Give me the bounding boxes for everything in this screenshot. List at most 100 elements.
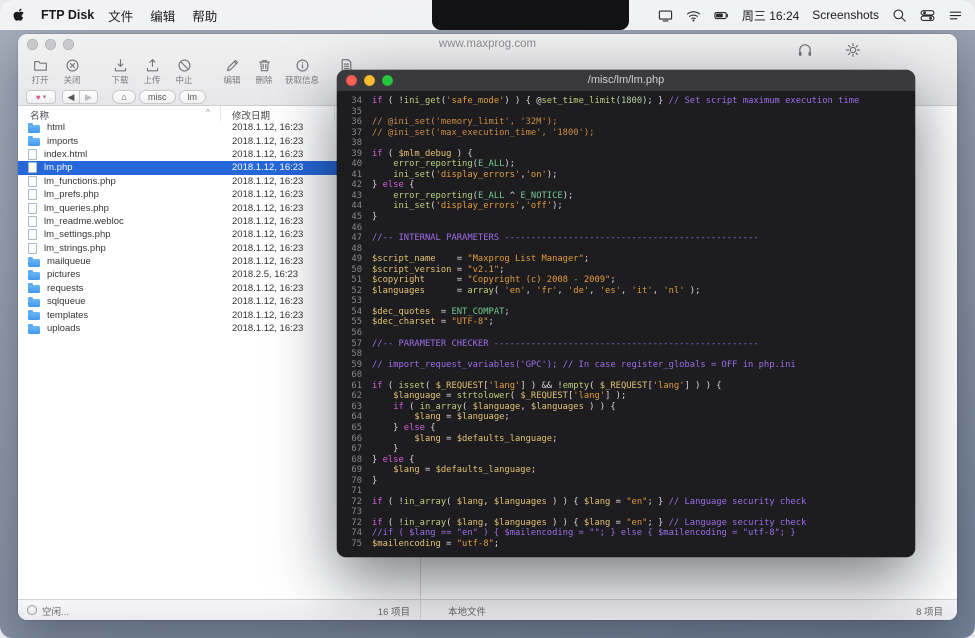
toolbar-button-5[interactable]: 编辑: [216, 55, 248, 86]
code-editor-area[interactable]: 34if ( !ini_get('safe_mode') ) { @set_ti…: [337, 91, 915, 557]
history-nav: ◀ ▶: [62, 90, 98, 104]
delete-icon: [257, 58, 272, 73]
code-editor-window: /misc/lm/lm.php 34if ( !ini_get('safe_mo…: [337, 70, 915, 557]
close-icon: [65, 58, 80, 73]
line-number: 59: [337, 360, 372, 371]
file-icon: [28, 149, 37, 160]
code-text: } else {: [372, 180, 915, 191]
file-name: lm.php: [44, 162, 73, 173]
line-number: 57: [337, 339, 372, 350]
line-number: 72: [337, 497, 372, 508]
code-line: 50$script_version = "v2.1";: [337, 265, 915, 276]
breadcrumb-item-lm[interactable]: lm: [179, 90, 207, 104]
breadcrumb-home[interactable]: ⌂: [112, 90, 136, 104]
local-files-label: 本地文件: [448, 604, 486, 618]
code-text: [372, 138, 915, 149]
file-modified-date: 2018.1.12, 16:23: [232, 323, 303, 334]
forward-button[interactable]: ▶: [80, 90, 98, 104]
file-modified-date: 2018.1.12, 16:23: [232, 149, 303, 160]
code-text: //if ( $lang == "en" ) { $mailencoding =…: [372, 528, 915, 539]
menu-bar-screenshots-item[interactable]: Screenshots: [812, 8, 879, 22]
favorites-button[interactable]: ♥ ▾: [26, 90, 56, 104]
remote-item-count: 16 项目: [18, 604, 410, 618]
code-line: 56: [337, 328, 915, 339]
code-line: 75$mailencoding = "utf-8";: [337, 539, 915, 550]
file-name: mailqueue: [47, 256, 91, 267]
file-name: pictures: [47, 269, 80, 280]
column-header-name[interactable]: 名称: [30, 108, 49, 122]
file-name: lm_strings.php: [44, 243, 106, 254]
folder-icon: [28, 272, 40, 280]
code-line: 46: [337, 223, 915, 234]
code-line: 44 ini_set('display_errors','off');: [337, 201, 915, 212]
code-line: 49$script_name = "Maxprog List Manager";: [337, 254, 915, 265]
code-line: 66 $lang = $defaults_language;: [337, 434, 915, 445]
code-line: 36// @ini_set('memory_limit', '32M');: [337, 117, 915, 128]
code-line: 61if ( isset( $_REQUEST['lang'] ) && !em…: [337, 381, 915, 392]
heart-icon: ♥: [36, 93, 41, 102]
code-line: 43 error_reporting(E_ALL ^ E_NOTICE);: [337, 191, 915, 202]
app-menu-name[interactable]: FTP Disk: [41, 8, 94, 22]
column-header-date[interactable]: 修改日期: [232, 108, 270, 122]
code-line: 38: [337, 138, 915, 149]
toolbar-button-2[interactable]: 下载: [104, 55, 136, 86]
code-text: }: [372, 212, 915, 223]
toolbar-button-0[interactable]: 打开: [24, 55, 56, 86]
column-divider[interactable]: [334, 106, 335, 121]
code-text: [372, 223, 915, 234]
code-line: 73: [337, 507, 915, 518]
status-bar-divider: [420, 600, 421, 620]
file-name: lm_settings.php: [44, 229, 111, 240]
menu-list-icon[interactable]: [948, 8, 963, 23]
breadcrumb-item-misc[interactable]: misc: [139, 90, 176, 104]
toolbar-button-3[interactable]: 上传: [136, 55, 168, 86]
back-button[interactable]: ◀: [62, 90, 80, 104]
toolbar-button-label: 关闭: [63, 74, 80, 86]
code-text: } else {: [372, 423, 915, 434]
code-text: $language = strtolower( $_REQUEST['lang'…: [372, 391, 915, 402]
code-line: 68} else {: [337, 455, 915, 466]
line-number: 53: [337, 296, 372, 307]
search-icon[interactable]: [892, 8, 907, 23]
headphones-icon[interactable]: [797, 42, 813, 58]
display-icon[interactable]: [658, 8, 673, 23]
line-number: 69: [337, 465, 372, 476]
line-number: 75: [337, 539, 372, 550]
line-number: 34: [337, 96, 372, 107]
apple-menu-icon[interactable]: [12, 7, 27, 23]
line-number: 58: [337, 349, 372, 360]
info-icon: [295, 58, 310, 73]
code-text: error_reporting(E_ALL ^ E_NOTICE);: [372, 191, 915, 202]
folder-icon: [28, 138, 40, 146]
gear-icon[interactable]: [845, 42, 861, 58]
line-number: 65: [337, 423, 372, 434]
folder-icon: [28, 326, 40, 334]
menu-item-0[interactable]: 文件: [108, 6, 133, 25]
line-number: 47: [337, 233, 372, 244]
line-number: 50: [337, 265, 372, 276]
menu-bar-clock[interactable]: 周三 16:24: [742, 7, 799, 24]
toolbar-button-7[interactable]: 获取信息: [280, 55, 324, 86]
menu-item-1[interactable]: 编辑: [150, 6, 175, 25]
control-center-icon[interactable]: [920, 8, 935, 23]
code-line: 63 if ( in_array( $language, $languages …: [337, 402, 915, 413]
line-number: 56: [337, 328, 372, 339]
toolbar-button-1[interactable]: 关闭: [56, 55, 88, 86]
toolbar-button-6[interactable]: 删除: [248, 55, 280, 86]
column-divider[interactable]: [220, 106, 221, 121]
ftp-titlebar[interactable]: www.maxprog.com: [18, 34, 957, 55]
file-name: templates: [47, 310, 88, 321]
toolbar-button-label: 下载: [111, 74, 128, 86]
toolbar-button-4[interactable]: 中止: [168, 55, 200, 86]
editor-titlebar[interactable]: /misc/lm/lm.php: [337, 70, 915, 91]
file-icon: [28, 216, 37, 227]
code-text: [372, 507, 915, 518]
folder-icon: [28, 312, 40, 320]
code-text: $copyright = "Copyright (c) 2008 - 2009"…: [372, 275, 915, 286]
menu-item-2[interactable]: 帮助: [192, 6, 217, 25]
code-text: //-- INTERNAL PARAMETERS ---------------…: [372, 233, 915, 244]
line-number: 70: [337, 476, 372, 487]
battery-icon[interactable]: [714, 8, 729, 23]
code-text: if ( !ini_get('safe_mode') ) { @set_time…: [372, 96, 915, 107]
wifi-icon[interactable]: [686, 8, 701, 23]
